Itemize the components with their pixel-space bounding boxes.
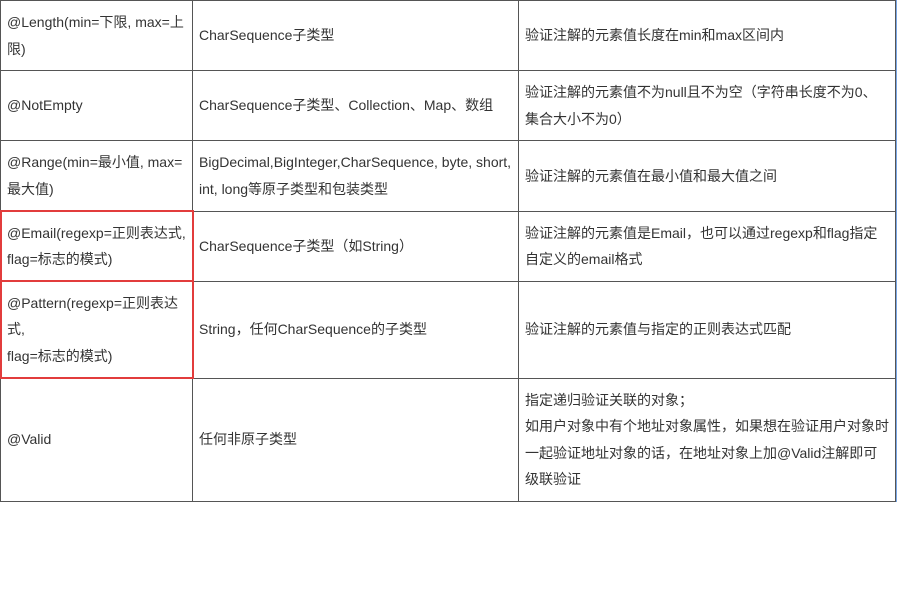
annotation-cell: @Email(regexp=正则表达式,flag=标志的模式) bbox=[1, 211, 193, 281]
annotation-cell: @Pattern(regexp=正则表达式,flag=标志的模式) bbox=[1, 281, 193, 378]
type-cell: CharSequence子类型（如String） bbox=[193, 211, 519, 281]
desc-text: 验证注解的元素值与指定的正则表达式匹配 bbox=[525, 321, 791, 337]
desc-cell: 验证注解的元素值是Email，也可以通过regexp和flag指定自定义的ema… bbox=[519, 211, 896, 281]
type-cell: CharSequence子类型 bbox=[193, 1, 519, 71]
type-text: CharSequence子类型（如String） bbox=[199, 238, 413, 254]
type-text: CharSequence子类型、Collection、Map、数组 bbox=[199, 97, 493, 113]
desc-text: 验证注解的元素值是Email，也可以通过regexp和flag指定自定义的ema… bbox=[525, 225, 877, 268]
type-cell: 任何非原子类型 bbox=[193, 378, 519, 501]
table-row: @Range(min=最小值, max=最大值) BigDecimal,BigI… bbox=[1, 141, 896, 211]
annotation-text: @NotEmpty bbox=[7, 97, 83, 113]
desc-cell: 验证注解的元素值在最小值和最大值之间 bbox=[519, 141, 896, 211]
type-text: CharSequence子类型 bbox=[199, 27, 334, 43]
desc-cell: 验证注解的元素值与指定的正则表达式匹配 bbox=[519, 281, 896, 378]
desc-cell: 验证注解的元素值长度在min和max区间内 bbox=[519, 1, 896, 71]
annotation-text: @Email(regexp=正则表达式,flag=标志的模式) bbox=[7, 225, 186, 268]
table-row: @Email(regexp=正则表达式,flag=标志的模式) CharSequ… bbox=[1, 211, 896, 281]
validation-annotations-table: @Length(min=下限, max=上限) CharSequence子类型 … bbox=[0, 0, 896, 502]
desc-cell: 验证注解的元素值不为null且不为空（字符串长度不为0、集合大小不为0） bbox=[519, 71, 896, 141]
annotation-text: @Pattern(regexp=正则表达式,flag=标志的模式) bbox=[7, 295, 178, 364]
type-text: 任何非原子类型 bbox=[199, 431, 297, 447]
table-row: @NotEmpty CharSequence子类型、Collection、Map… bbox=[1, 71, 896, 141]
table-row: @Valid 任何非原子类型 指定递归验证关联的对象；如用户对象中有个地址对象属… bbox=[1, 378, 896, 501]
annotation-text: @Valid bbox=[7, 431, 51, 447]
annotation-text: @Length(min=下限, max=上限) bbox=[7, 14, 184, 57]
annotation-text: @Range(min=最小值, max=最大值) bbox=[7, 154, 182, 197]
annotation-cell: @Valid bbox=[1, 378, 193, 501]
type-text: BigDecimal,BigInteger,CharSequence, byte… bbox=[199, 154, 511, 197]
desc-text: 验证注解的元素值在最小值和最大值之间 bbox=[525, 168, 777, 184]
type-text: String，任何CharSequence的子类型 bbox=[199, 321, 427, 337]
desc-text: 验证注解的元素值长度在min和max区间内 bbox=[525, 27, 784, 43]
table-row: @Pattern(regexp=正则表达式,flag=标志的模式) String… bbox=[1, 281, 896, 378]
type-cell: String，任何CharSequence的子类型 bbox=[193, 281, 519, 378]
type-cell: CharSequence子类型、Collection、Map、数组 bbox=[193, 71, 519, 141]
annotation-cell: @Range(min=最小值, max=最大值) bbox=[1, 141, 193, 211]
annotation-cell: @NotEmpty bbox=[1, 71, 193, 141]
validation-annotations-table-wrap: @Length(min=下限, max=上限) CharSequence子类型 … bbox=[0, 0, 897, 502]
desc-text: 指定递归验证关联的对象；如用户对象中有个地址对象属性，如果想在验证用户对象时一起… bbox=[525, 392, 889, 488]
type-cell: BigDecimal,BigInteger,CharSequence, byte… bbox=[193, 141, 519, 211]
desc-text: 验证注解的元素值不为null且不为空（字符串长度不为0、集合大小不为0） bbox=[525, 84, 877, 127]
desc-cell: 指定递归验证关联的对象；如用户对象中有个地址对象属性，如果想在验证用户对象时一起… bbox=[519, 378, 896, 501]
annotation-cell: @Length(min=下限, max=上限) bbox=[1, 1, 193, 71]
table-row: @Length(min=下限, max=上限) CharSequence子类型 … bbox=[1, 1, 896, 71]
